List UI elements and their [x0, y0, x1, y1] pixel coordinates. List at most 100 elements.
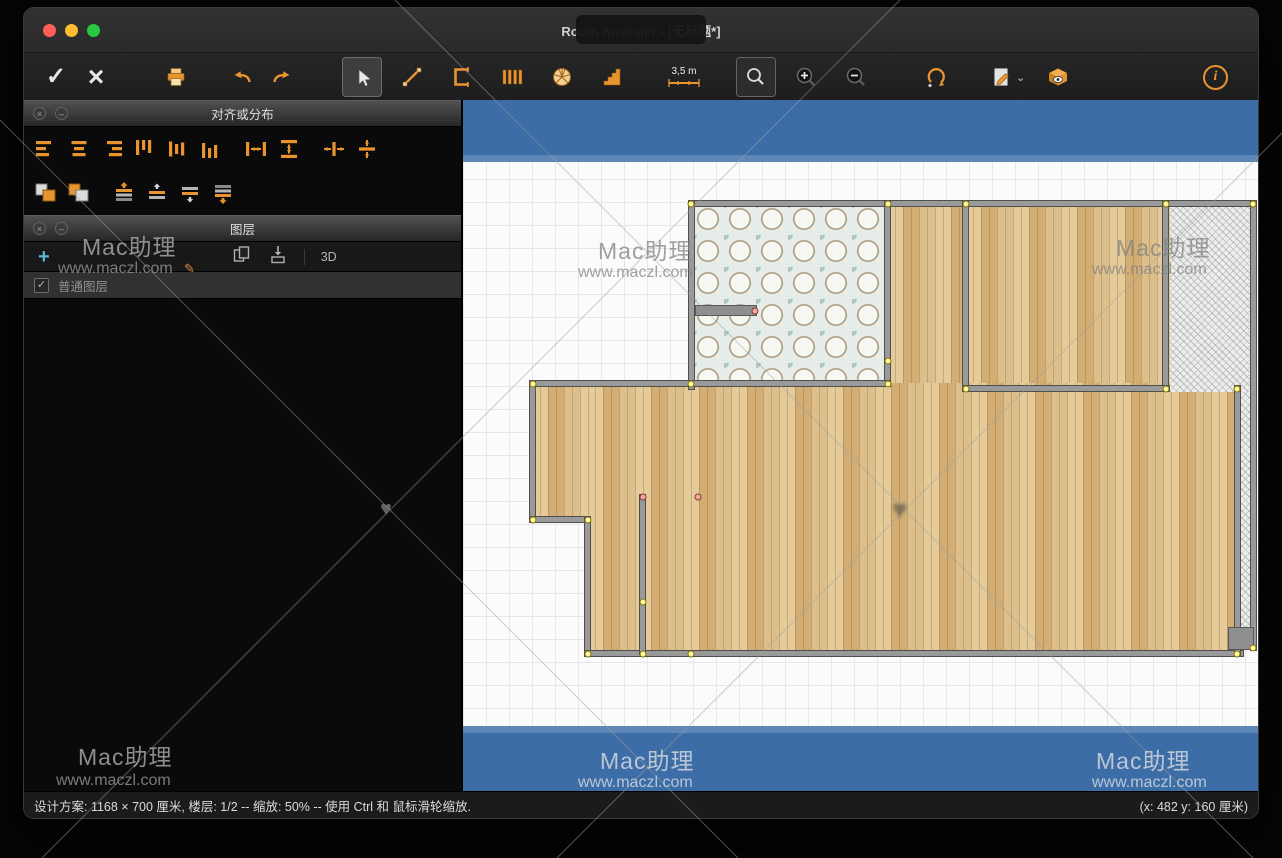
align-right-button[interactable]	[95, 136, 128, 162]
vertex-handle[interactable]	[1234, 386, 1241, 393]
align-top-button[interactable]	[128, 136, 161, 162]
vertex-handle[interactable]	[688, 651, 695, 658]
vertex-handle-selected[interactable]	[695, 494, 702, 501]
zoom-in-button[interactable]	[786, 57, 826, 97]
move-up-one-button[interactable]	[140, 180, 173, 206]
merge-layer-button[interactable]	[268, 245, 288, 269]
print-button[interactable]	[156, 57, 196, 97]
rotate-tool-button[interactable]	[916, 57, 956, 97]
vertex-handle[interactable]	[885, 358, 892, 365]
wall[interactable]	[1250, 200, 1257, 651]
add-layer-button[interactable]: +	[38, 247, 50, 267]
measure-tool-button[interactable]: 3,5 m	[658, 56, 710, 98]
panel-close-button[interactable]: ×	[33, 107, 46, 120]
layer-list-item[interactable]: ✓ 普通图层	[24, 272, 461, 299]
align-top-icon	[134, 139, 156, 159]
vertex-handle[interactable]	[1163, 201, 1170, 208]
status-left-text: 设计方案: 1168 × 700 厘米, 楼层: 1/2 -- 缩放: 50% …	[34, 796, 471, 815]
vertex-handle-selected[interactable]	[752, 308, 759, 315]
confirm-button[interactable]: ✓	[36, 57, 76, 97]
round-stairs-tool-button[interactable]	[542, 57, 582, 97]
column-tool-button[interactable]	[492, 57, 532, 97]
room-kitchen-tile-floor[interactable]	[692, 203, 891, 387]
divider	[304, 249, 305, 265]
vertex-handle[interactable]	[530, 517, 537, 524]
layers-toolbar: + 3D	[24, 242, 461, 272]
room-hall-wood-floor[interactable]	[887, 203, 970, 392]
vertex-handle[interactable]	[1234, 651, 1241, 658]
vertex-handle[interactable]	[1163, 386, 1170, 393]
door-leaf[interactable]	[695, 305, 757, 316]
wall-tool-button[interactable]	[442, 57, 482, 97]
move-down-one-button[interactable]	[173, 180, 206, 206]
bring-to-front-button[interactable]	[29, 180, 62, 206]
distribute-vertical-button[interactable]	[272, 136, 305, 162]
panel-shade-button[interactable]: –	[55, 222, 68, 235]
panel-close-button[interactable]: ×	[33, 222, 46, 235]
titlebar: Room Arranger - [无标题*]	[24, 8, 1258, 53]
zoom-out-button[interactable]	[836, 57, 876, 97]
vertex-handle[interactable]	[640, 599, 647, 606]
order-buttons-row	[24, 171, 461, 215]
shade-icon: –	[59, 109, 64, 119]
wall-interior[interactable]	[639, 494, 646, 655]
distribute-horizontal-button[interactable]	[239, 136, 272, 162]
room-living-wood-floor[interactable]	[587, 383, 1240, 657]
edit-dropdown-button[interactable]: ⌄	[1016, 71, 1028, 84]
vertex-handle[interactable]	[885, 201, 892, 208]
panel-shade-button[interactable]: –	[55, 107, 68, 120]
vertex-handle[interactable]	[585, 517, 592, 524]
space-equal-vertical-button[interactable]	[350, 136, 383, 162]
room-balcony-top[interactable]	[1170, 203, 1254, 392]
wall[interactable]	[529, 516, 591, 523]
wall[interactable]	[962, 200, 969, 392]
vertex-handle[interactable]	[963, 386, 970, 393]
vertex-handle[interactable]	[585, 651, 592, 658]
view-3d-button[interactable]	[1038, 57, 1078, 97]
move-down-stack-button[interactable]	[206, 180, 239, 206]
line-tool-button[interactable]	[392, 57, 432, 97]
app-window: Room Arranger - [无标题*] ✓ ×	[24, 8, 1258, 818]
wall[interactable]	[1162, 200, 1169, 392]
duplicate-layer-button[interactable]	[232, 245, 252, 269]
vertex-handle[interactable]	[1250, 201, 1257, 208]
align-center-button[interactable]	[62, 136, 95, 162]
move-up-stack-button[interactable]	[107, 180, 140, 206]
wall[interactable]	[1234, 385, 1241, 657]
vertex-handle[interactable]	[688, 381, 695, 388]
info-button[interactable]: i	[1203, 65, 1228, 90]
vertex-handle[interactable]	[885, 381, 892, 388]
layer-visibility-checkbox[interactable]: ✓	[34, 278, 49, 293]
wall[interactable]	[688, 200, 695, 390]
vertex-handle[interactable]	[1250, 645, 1257, 652]
undo-button[interactable]	[222, 57, 262, 97]
vertex-handle[interactable]	[530, 381, 537, 388]
vertex-handle[interactable]	[963, 201, 970, 208]
layers-3d-toggle[interactable]: 3D	[321, 250, 337, 264]
cancel-button[interactable]: ×	[76, 57, 116, 97]
send-to-back-button[interactable]	[62, 180, 95, 206]
vertex-handle[interactable]	[688, 201, 695, 208]
stairs-tool-button[interactable]	[592, 57, 632, 97]
vertex-handle[interactable]	[640, 651, 647, 658]
room-living-notch-wood-floor[interactable]	[532, 383, 592, 523]
space-equal-horizontal-button[interactable]	[317, 136, 350, 162]
wall[interactable]	[584, 650, 1244, 657]
wall[interactable]	[584, 516, 591, 657]
zoom-fit-button[interactable]	[736, 57, 776, 97]
wall[interactable]	[529, 380, 891, 387]
room-bedroom-wood-floor[interactable]	[965, 203, 1170, 392]
align-bottom-button[interactable]	[194, 136, 227, 162]
wall[interactable]	[962, 385, 1170, 392]
align-center-icon	[68, 139, 90, 159]
distribute-vertical-icon	[278, 139, 300, 159]
align-middle-button[interactable]	[161, 136, 194, 162]
select-tool-button[interactable]	[342, 57, 382, 97]
bring-to-front-icon	[34, 182, 58, 204]
wall[interactable]	[688, 200, 1257, 207]
wall[interactable]	[529, 380, 536, 523]
vertex-handle-selected[interactable]	[640, 494, 647, 501]
drawing-canvas[interactable]	[463, 100, 1258, 792]
align-left-button[interactable]	[29, 136, 62, 162]
redo-button[interactable]	[262, 57, 302, 97]
